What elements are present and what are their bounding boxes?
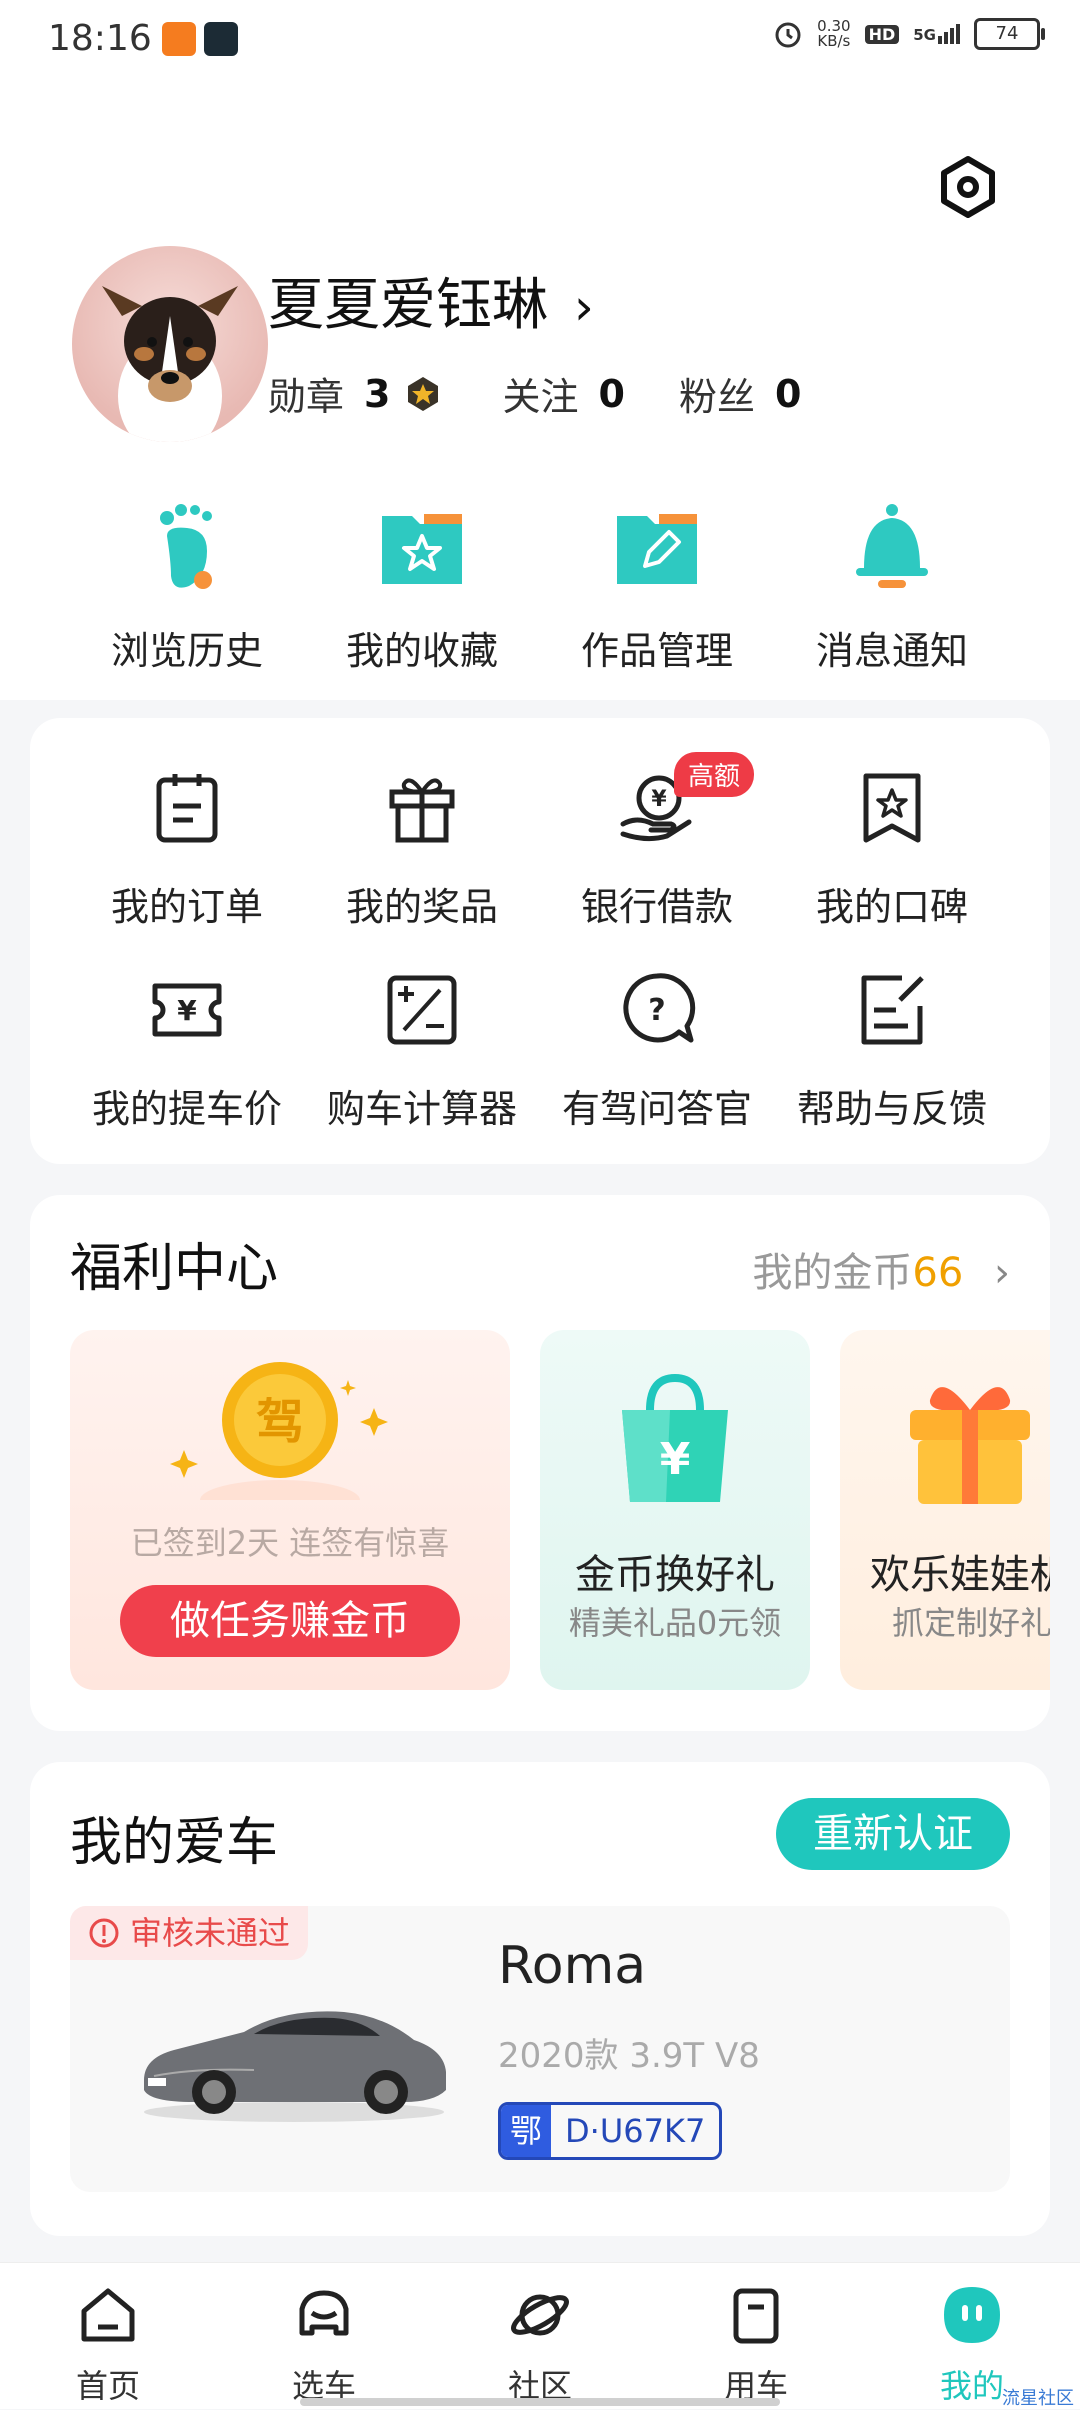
avatar[interactable] [72,246,268,442]
alert-icon [89,1918,119,1948]
status-bar: 18:16 0.30 KB/s HD 5G 74 [0,0,1080,84]
username[interactable]: 夏夏爱钰琳 › [268,260,594,341]
service-qa[interactable]: ? 有驾问答官 [542,970,772,1133]
chevron-right-icon: › [573,278,594,336]
profile-stats: 勋章 3 关注 0 粉丝 0 [268,366,815,421]
tab-use-car[interactable]: 用车 [686,2283,826,2407]
service-reputation[interactable]: 我的口碑 [777,768,1007,931]
car-model: Roma [498,1936,647,1996]
watermark-text: 流星社区 [1002,2388,1074,2409]
svg-text:?: ? [648,993,665,1028]
claw-machine-card[interactable]: 欢乐娃娃机 抓定制好礼 [840,1330,1050,1690]
coin-icon: 驾 [170,1362,388,1500]
license-plate: 鄂 D·U67K7 [498,2102,723,2160]
checkin-text: 已签到2天 连签有惊喜 [130,1524,450,1562]
plate-province: 鄂 [501,2105,551,2157]
plate-number: D·U67K7 [565,2112,706,2150]
review-failed-badge: 审核未通过 [70,1906,309,1960]
service-my-orders[interactable]: 我的订单 [72,768,302,931]
follow-label: 关注 [502,375,579,419]
claw-machine-sub: 抓定制好礼 [892,1604,1050,1642]
shopping-bag-icon: ¥ [622,1373,728,1502]
my-car-title: 我的爱车 [70,1813,279,1873]
edit-folder-icon [617,514,697,584]
tab-home[interactable]: 首页 [38,2283,178,2407]
service-feedback[interactable]: 帮助与反馈 [777,970,1007,1133]
my-coins-link[interactable]: 我的金币66 › [752,1240,1010,1298]
service-my-prizes[interactable]: 我的奖品 [307,768,537,931]
recertify-button[interactable]: 重新认证 [776,1798,1010,1870]
gift-box-icon [910,1387,1030,1504]
net-speed: 0.30 KB/s [817,17,851,50]
bottom-tab-bar: 首页 选车 社区 用车 我的 [0,2262,1080,2409]
car-spec: 2020款 3.9T V8 [498,2036,760,2076]
feedback-icon [861,975,924,1045]
high-amount-badge: 高额 [674,752,755,797]
svg-text:驾: 驾 [256,1394,304,1450]
settings-icon[interactable] [936,155,1000,219]
gift-icon [389,778,455,843]
status-time: 18:16 [48,18,152,59]
quick-action-notifications[interactable]: 消息通知 [782,496,1002,675]
service-calculator[interactable]: 购车计算器 [307,970,537,1133]
quick-action-works[interactable]: 作品管理 [547,496,767,675]
youjia-app-icon [204,22,238,56]
service-pickup-price[interactable]: ¥ 我的提车价 [72,970,302,1133]
follow-count[interactable]: 0 [598,372,624,416]
me-icon [944,2287,1000,2343]
footprint-icon [160,504,212,589]
signal-icon: 5G [913,24,960,44]
svg-text:¥: ¥ [660,1434,691,1485]
planet-icon [511,2294,569,2336]
earn-coins-button[interactable]: 做任务赚金币 [120,1585,460,1657]
quick-action-favorites[interactable]: 我的收藏 [312,496,532,675]
chevron-right-icon: › [994,1250,1010,1296]
coin-exchange-title: 金币换好礼 [575,1552,775,1598]
fans-label: 粉丝 [678,375,755,419]
alarm-icon [775,22,801,48]
hd-icon: HD [864,24,900,44]
mango-app-icon [162,22,196,56]
welfare-title: 福利中心 [70,1239,279,1299]
reputation-icon [863,773,921,843]
car-image [144,2011,446,2122]
car-use-icon [733,2288,779,2344]
svg-text:¥: ¥ [651,787,667,812]
coin-exchange-card[interactable]: ¥ 金币换好礼 精美礼品0元领 [540,1330,810,1690]
tab-community[interactable]: 社区 [470,2283,610,2407]
star-folder-icon [382,514,462,584]
fans-count[interactable]: 0 [775,372,801,416]
medal-count[interactable]: 3 [364,372,390,416]
tab-select-car[interactable]: 选车 [254,2283,394,2407]
medal-icon [408,376,439,411]
coin-exchange-sub: 精美礼品0元领 [568,1604,782,1642]
checkin-card[interactable]: 驾 已签到2天 连签有惊喜 做任务赚金币 [70,1330,510,1690]
ticket-yuan-icon: ¥ [152,983,222,1037]
car-select-icon [299,2290,349,2336]
medal-label: 勋章 [268,375,345,419]
order-icon [156,774,218,843]
question-icon: ? [623,973,696,1043]
home-indicator[interactable] [300,2398,780,2406]
svg-text:¥: ¥ [177,994,197,1027]
claw-machine-title: 欢乐娃娃机 [870,1552,1050,1598]
calculator-icon [387,975,457,1045]
quick-action-history[interactable]: 浏览历史 [77,496,297,675]
home-icon [81,2288,135,2342]
dog-avatar-image [102,286,238,442]
battery-icon: 74 [974,18,1045,50]
bell-icon [856,504,928,588]
